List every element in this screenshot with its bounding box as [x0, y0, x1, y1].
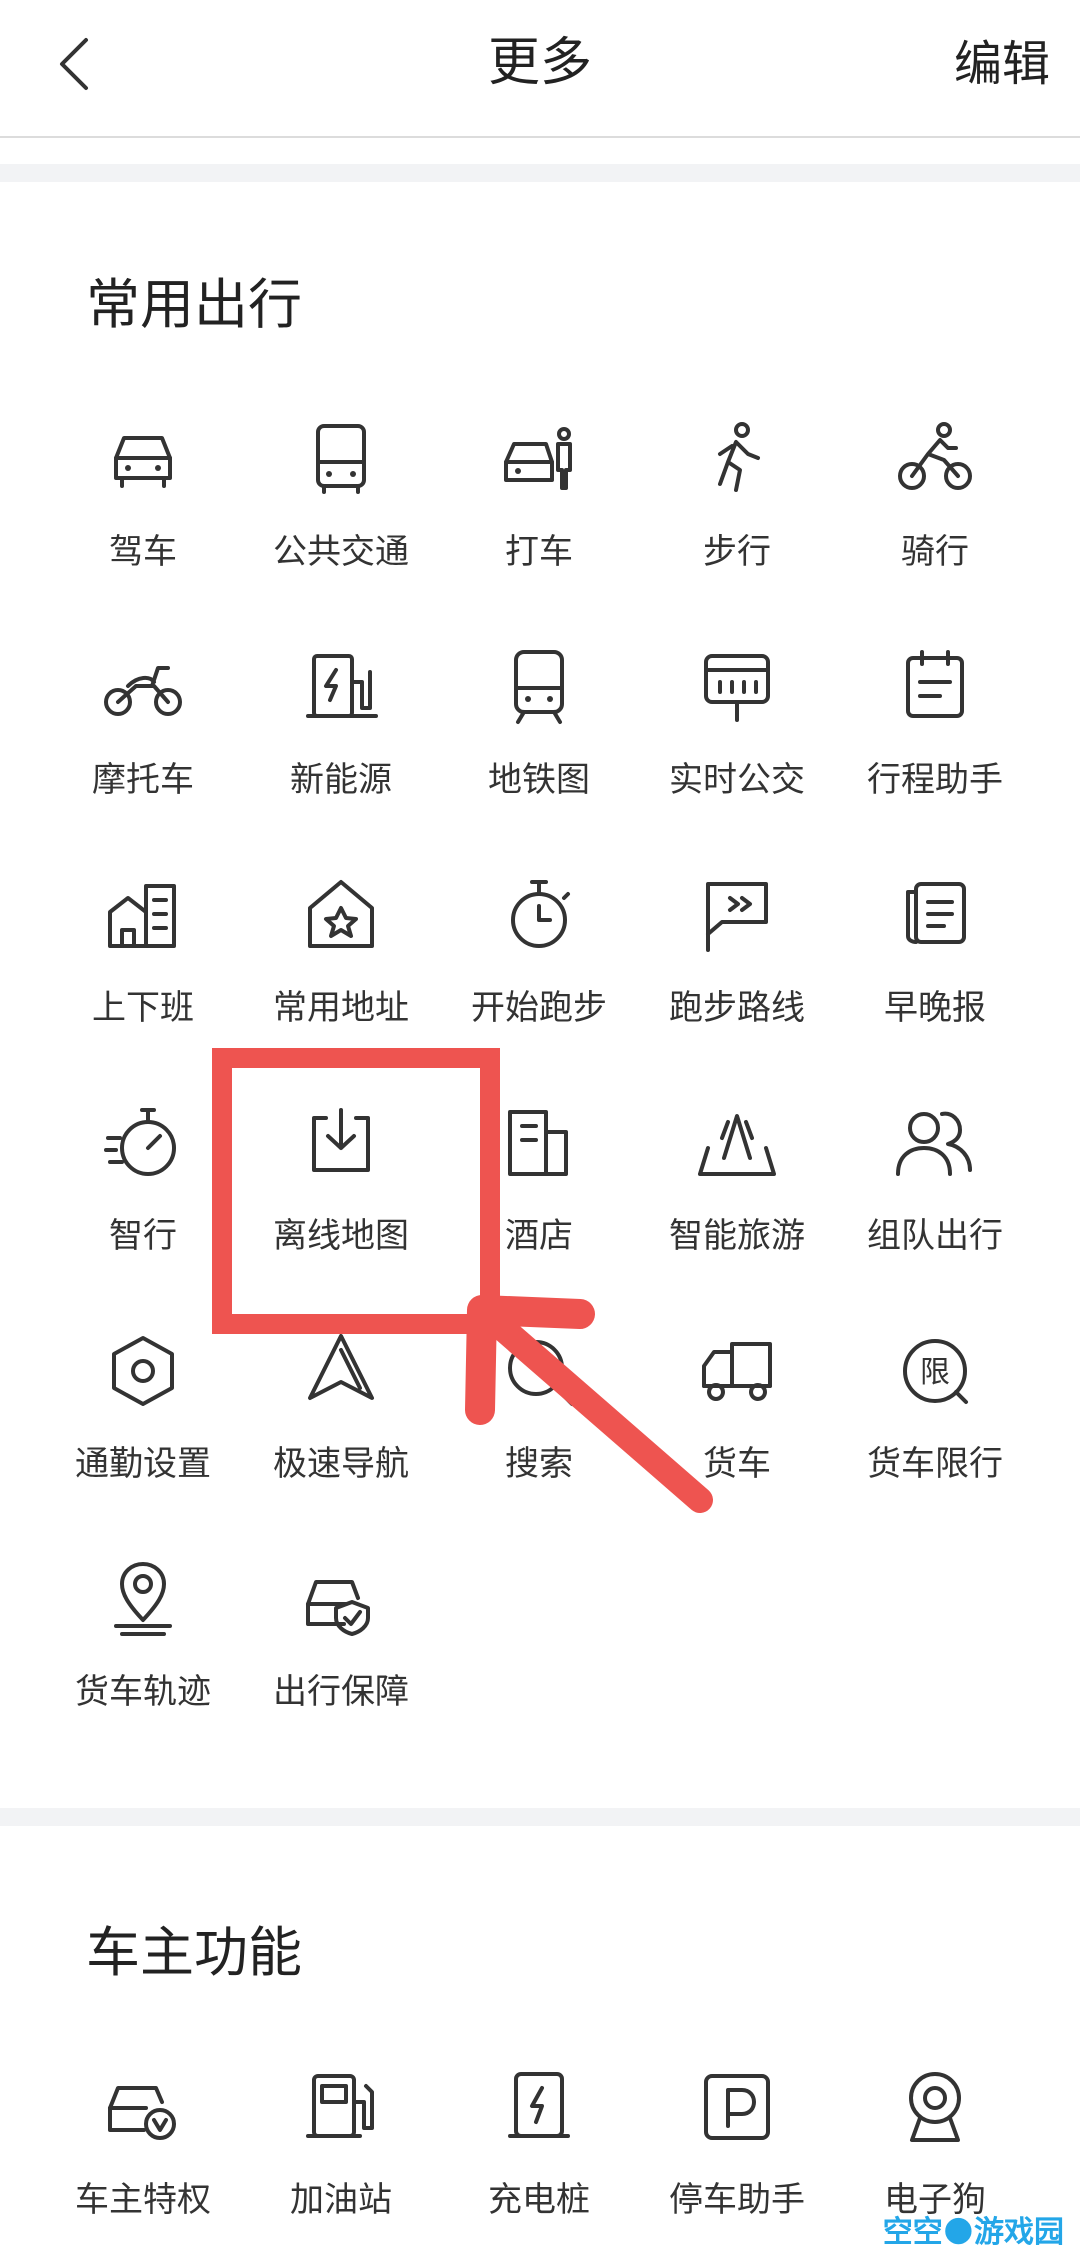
car-shield-icon [296, 1554, 386, 1644]
grid-item[interactable]: 限货车限行 [836, 1326, 1034, 1526]
grid-item[interactable]: 上下班 [44, 870, 242, 1070]
team-icon [890, 1098, 980, 1188]
realtime-bus-icon [692, 642, 782, 732]
grid-item[interactable]: 货车 [638, 1326, 836, 1526]
car-privilege-icon [98, 2062, 188, 2152]
hotel-icon [494, 1098, 584, 1188]
bus-icon [296, 414, 386, 504]
grid-item[interactable]: 行程助手 [836, 642, 1034, 842]
grid-item[interactable]: 实时公交 [638, 642, 836, 842]
section-title-travel: 常用出行 [86, 273, 302, 336]
grid-item[interactable]: 通勤设置 [44, 1326, 242, 1526]
calendar-icon [890, 642, 980, 732]
charging-icon [296, 642, 386, 732]
download-icon [296, 1098, 386, 1188]
grid-item[interactable]: 智行 [44, 1098, 242, 1298]
settings-hexagon-icon [98, 1326, 188, 1416]
section-divider [0, 1808, 1080, 1826]
top-bar: 更多 编辑 [0, 0, 1080, 138]
grid-item[interactable]: 离线地图 [242, 1098, 440, 1298]
stopwatch-icon [494, 870, 584, 960]
grid-item[interactable]: 搜索 [440, 1326, 638, 1526]
grid-item-label: 骑行 [901, 532, 969, 572]
taxi-icon [494, 414, 584, 504]
grid-item[interactable]: 新能源 [242, 642, 440, 842]
grid-item[interactable]: 公共交通 [242, 414, 440, 614]
grid-item-label: 行程助手 [867, 760, 1003, 800]
grid-item[interactable]: 停车助手 [638, 2062, 836, 2262]
bike-icon [890, 414, 980, 504]
search-icon [494, 1326, 584, 1416]
gas-station-icon [296, 2062, 386, 2152]
newspaper-icon [890, 870, 980, 960]
speed-gauge-icon [98, 1098, 188, 1188]
grid-item[interactable]: 组队出行 [836, 1098, 1034, 1298]
truck-limit-icon: 限 [890, 1326, 980, 1416]
grid-item[interactable]: 智能旅游 [638, 1098, 836, 1298]
grid-item[interactable]: 驾车 [44, 414, 242, 614]
grid-item[interactable]: 充电桩 [440, 2062, 638, 2262]
grid-item[interactable]: 货车轨迹 [44, 1554, 242, 1754]
grid-item[interactable]: 打车 [440, 414, 638, 614]
grid-item[interactable]: 常用地址 [242, 870, 440, 1070]
route-flag-icon [692, 870, 782, 960]
grid-item-label: 出行保障 [273, 1672, 409, 1712]
grid-item[interactable]: 早晚报 [836, 870, 1034, 1070]
page-title: 更多 [487, 33, 592, 93]
section-title-owner: 车主功能 [86, 1921, 302, 1984]
grid-item[interactable]: 步行 [638, 414, 836, 614]
grid-item-label: 货车限行 [867, 1444, 1003, 1484]
watermark: 空空🌑游戏园 [882, 2215, 1064, 2250]
parking-icon [692, 2062, 782, 2152]
commute-building-icon [98, 870, 188, 960]
home-star-icon [296, 870, 386, 960]
car-icon [98, 414, 188, 504]
edit-button[interactable]: 编辑 [954, 32, 1050, 96]
camera-icon [890, 2062, 980, 2152]
svg-text:限: 限 [920, 1355, 950, 1390]
grid-item-label: 组队出行 [867, 1216, 1003, 1256]
subway-icon [494, 642, 584, 732]
grid-item[interactable]: 极速导航 [242, 1326, 440, 1526]
grid-item[interactable]: 出行保障 [242, 1554, 440, 1754]
location-pin-icon [98, 1554, 188, 1644]
grid-item[interactable]: 跑步路线 [638, 870, 836, 1070]
navigation-arrow-icon [296, 1326, 386, 1416]
grid-item[interactable]: 骑行 [836, 414, 1034, 614]
walk-icon [692, 414, 782, 504]
grid-item[interactable]: 酒店 [440, 1098, 638, 1298]
travel-icon [692, 1098, 782, 1188]
grid-item[interactable]: 摩托车 [44, 642, 242, 842]
grid-item[interactable]: 车主特权 [44, 2062, 242, 2262]
grid-item[interactable]: 加油站 [242, 2062, 440, 2262]
grid-item[interactable]: 开始跑步 [440, 870, 638, 1070]
truck-icon [692, 1326, 782, 1416]
grid-item-label: 早晚报 [884, 988, 986, 1028]
section-divider [0, 164, 1080, 182]
motorcycle-icon [98, 642, 188, 732]
grid-item[interactable]: 地铁图 [440, 642, 638, 842]
charging-pile-icon [494, 2062, 584, 2152]
